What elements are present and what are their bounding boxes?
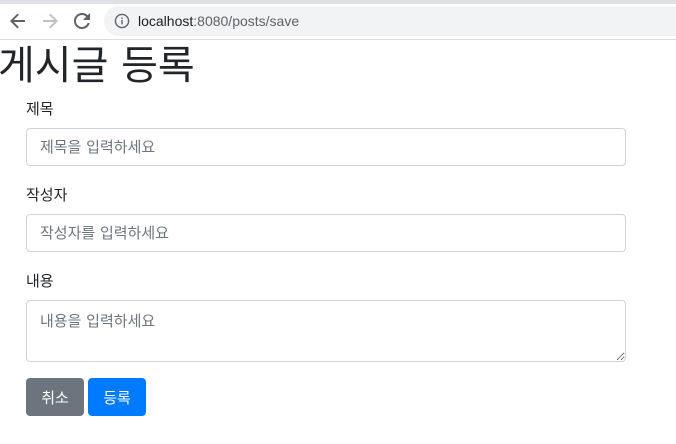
url-path: :8080/posts/save (193, 13, 300, 29)
back-button[interactable] (6, 9, 30, 33)
forward-button[interactable] (38, 9, 62, 33)
save-button[interactable]: 등록 (88, 378, 146, 416)
reload-button[interactable] (70, 9, 94, 33)
title-label: 제목 (26, 100, 54, 118)
content-textarea[interactable] (26, 300, 626, 362)
url-host: localhost (138, 13, 194, 29)
tab-strip (0, 0, 676, 4)
url-text[interactable]: localhost:8080/posts/save (138, 12, 299, 30)
content-label: 내용 (26, 272, 54, 290)
reload-icon (74, 13, 90, 29)
title-input[interactable] (26, 128, 626, 166)
author-label: 작성자 (26, 186, 68, 204)
arrow-right-icon (43, 13, 58, 29)
info-icon[interactable] (114, 13, 130, 29)
cancel-button[interactable]: 취소 (26, 378, 84, 416)
address-bar[interactable]: localhost:8080/posts/save (104, 6, 676, 36)
browser-toolbar: localhost:8080/posts/save (0, 0, 676, 40)
arrow-left-icon (10, 13, 25, 29)
page-title: 게시글 등록 (0, 43, 195, 89)
author-input[interactable] (26, 214, 626, 252)
